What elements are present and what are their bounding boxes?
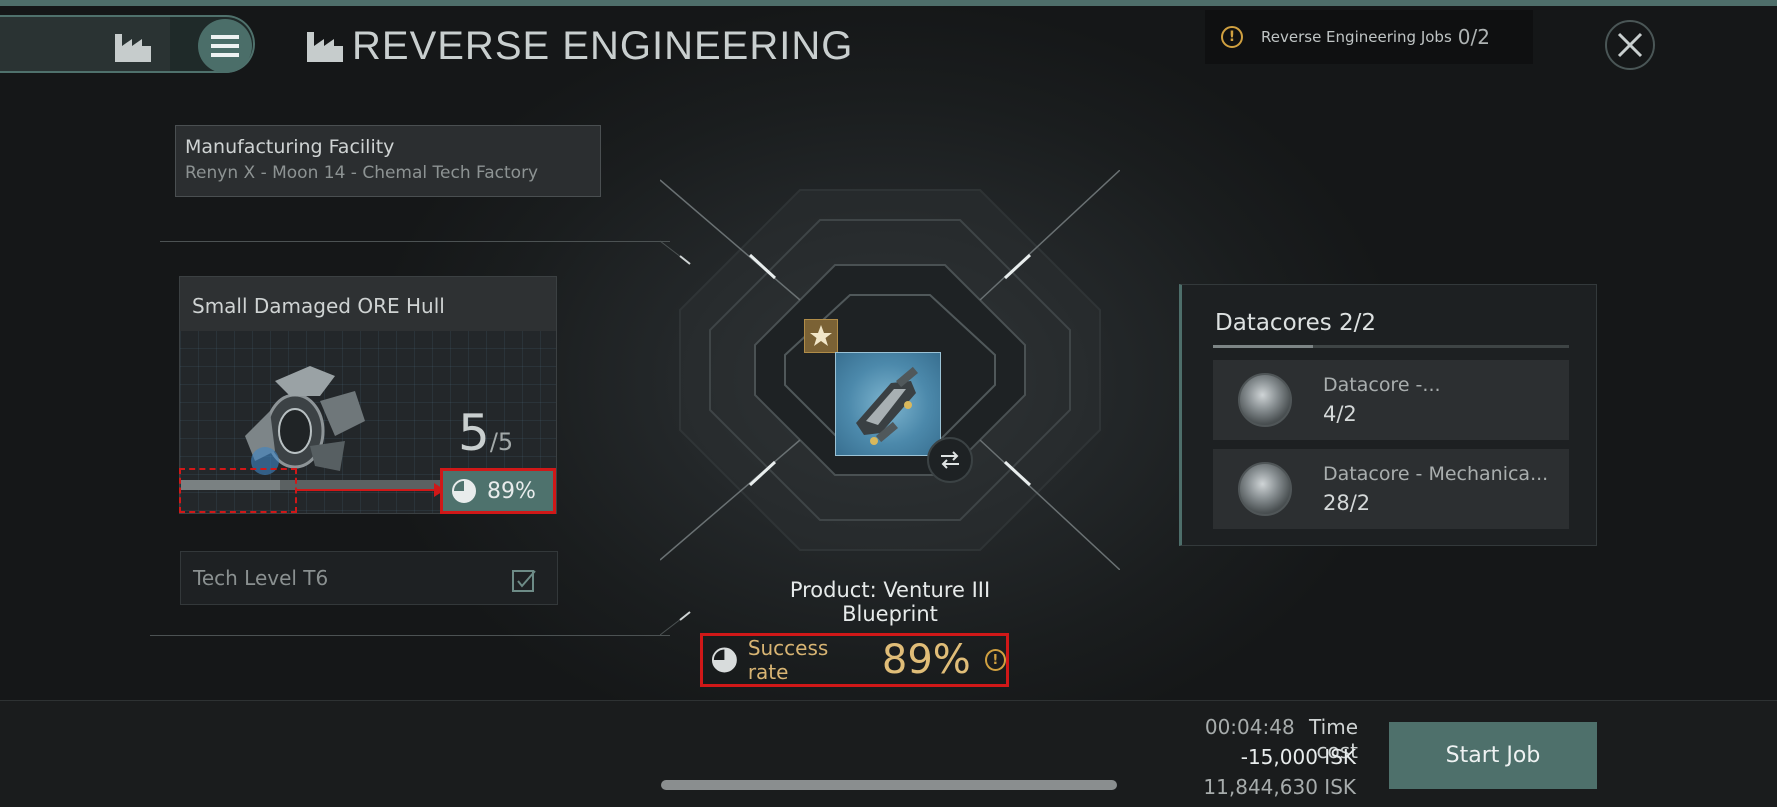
isk-cost: -15,000 ISK <box>1240 745 1356 769</box>
close-icon <box>1617 32 1643 58</box>
facility-location: Renyn X - Moon 14 - Chemal Tech Factory <box>185 163 539 183</box>
venture-ship-image <box>856 366 918 445</box>
edit-check-icon[interactable] <box>511 567 537 593</box>
datacore-icon <box>1238 373 1292 427</box>
success-rate-value: 89% <box>881 637 971 683</box>
hull-quantity: 5/5 <box>458 404 513 462</box>
reverse-engineering-screen: REVERSE ENGINEERING ! Reverse Engineerin… <box>0 0 1777 807</box>
blueprint-image[interactable] <box>835 352 941 456</box>
highlight-dashed-box <box>179 468 297 513</box>
divider-line <box>160 241 670 242</box>
isk-balance: 11,844,630 ISK <box>1203 775 1356 799</box>
warning-icon: ! <box>1221 26 1243 48</box>
connector-line <box>660 611 691 636</box>
datacore-name: Datacore - Mechanica... <box>1323 463 1549 485</box>
close-button[interactable] <box>1605 20 1655 70</box>
datacore-name: Datacore -... <box>1323 374 1441 396</box>
time-cost-value: 00:04:48 <box>1204 715 1295 739</box>
divider-line <box>150 635 670 636</box>
jobs-status-box[interactable]: ! Reverse Engineering Jobs 0/2 <box>1205 10 1533 64</box>
info-warning-icon[interactable]: ! <box>984 649 1007 671</box>
facility-label: Manufacturing Facility <box>185 136 395 158</box>
datacore-icon <box>1238 462 1292 516</box>
hamburger-icon <box>211 35 239 57</box>
datacore-item[interactable]: Datacore -... 4/2 <box>1213 360 1569 440</box>
hull-need: /5 <box>489 428 514 456</box>
home-indicator[interactable] <box>661 780 1117 790</box>
datacore-quantity: 28/2 <box>1323 491 1371 515</box>
star-badge <box>804 319 838 353</box>
highlight-arrow-line <box>297 489 437 491</box>
swap-blueprint-button[interactable] <box>927 437 973 483</box>
datacore-item[interactable]: Datacore - Mechanica... 28/2 <box>1213 449 1569 529</box>
hull-name: Small Damaged ORE Hull <box>180 277 556 331</box>
start-job-button[interactable]: Start Job <box>1389 722 1597 789</box>
success-rate-label: Success rate <box>747 636 829 684</box>
pie-chart-icon <box>452 479 476 503</box>
jobs-count: 0/2 <box>1457 25 1490 49</box>
swap-arrows-icon <box>941 451 959 469</box>
pie-chart-icon <box>711 647 737 673</box>
datacore-quantity: 4/2 <box>1323 402 1357 426</box>
star-icon <box>810 325 832 346</box>
title-factory-icon <box>307 32 343 62</box>
tech-level-field[interactable]: Tech Level T6 <box>180 551 558 605</box>
product-label: Product: Venture III Blueprint <box>789 578 991 626</box>
hull-rate-badge: 89% <box>440 468 556 514</box>
menu-button[interactable] <box>198 19 252 73</box>
hull-have: 5 <box>458 404 490 462</box>
factory-icon[interactable] <box>113 26 153 64</box>
hull-rate-value: 89% <box>487 478 536 504</box>
tech-level-label: Tech Level T6 <box>193 566 329 590</box>
datacores-title: Datacores 2/2 <box>1215 310 1377 336</box>
top-accent-line <box>0 0 1777 6</box>
success-rate-box: Success rate 89% ! <box>700 633 1009 687</box>
jobs-label: Reverse Engineering Jobs <box>1261 28 1452 46</box>
datacores-divider-active <box>1213 345 1313 348</box>
manufacturing-facility-panel[interactable]: Manufacturing Facility Renyn X - Moon 14… <box>175 125 601 197</box>
page-title: REVERSE ENGINEERING <box>352 24 854 68</box>
